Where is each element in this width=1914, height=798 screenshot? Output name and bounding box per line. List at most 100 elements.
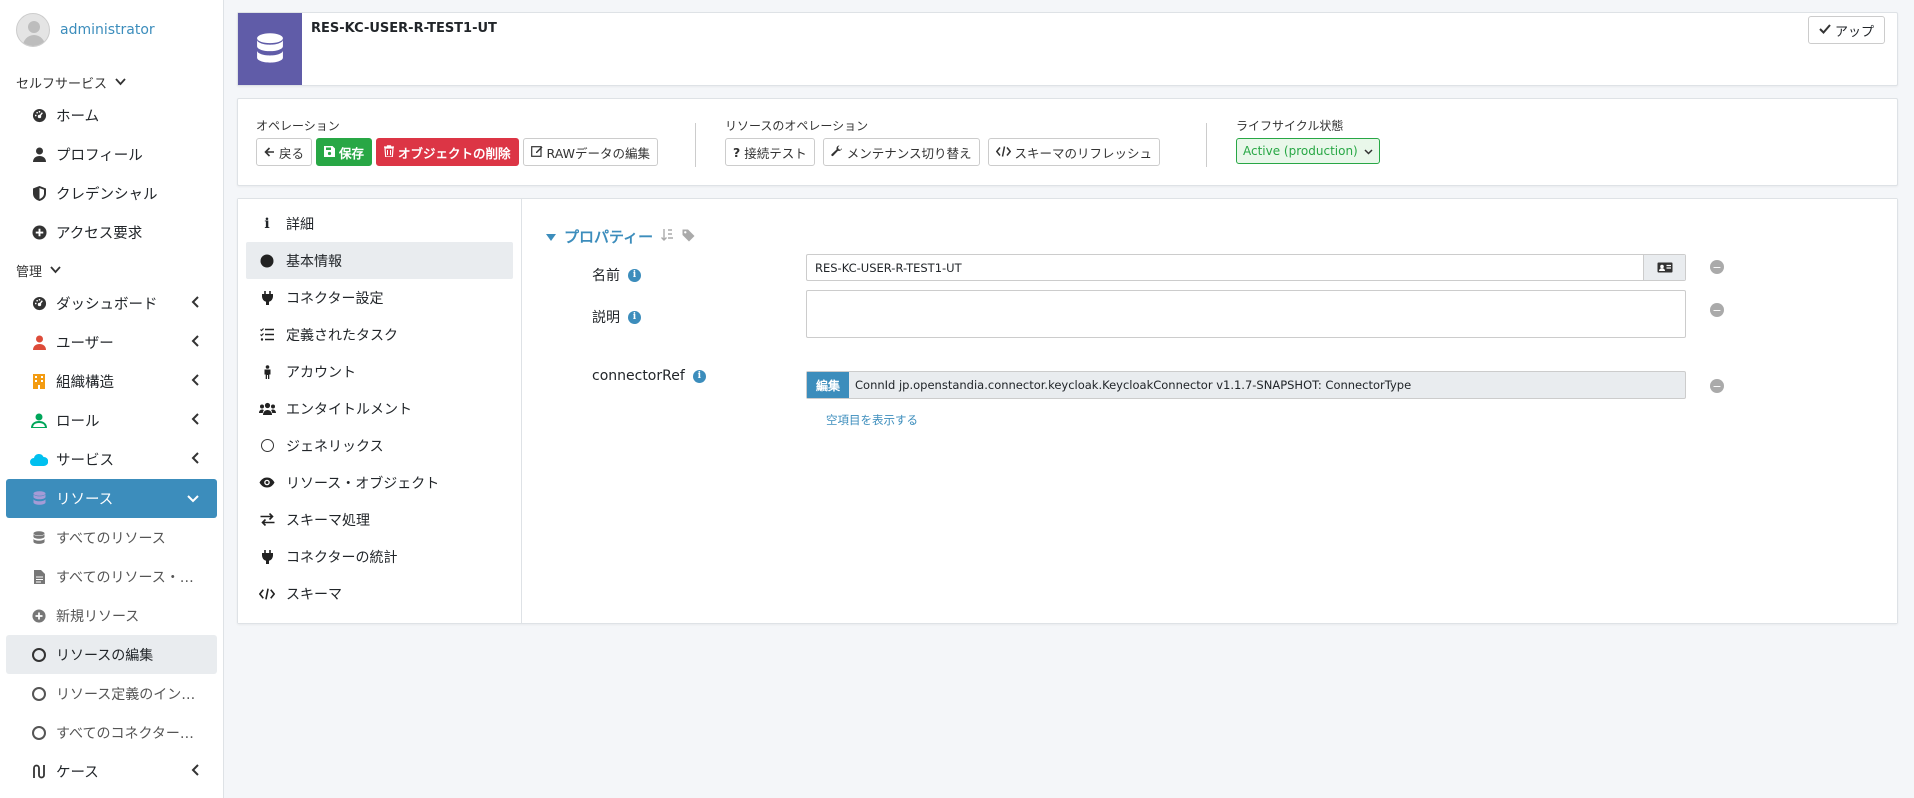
- nav-header-self-service[interactable]: セルフサービス: [0, 68, 223, 96]
- info-icon[interactable]: i: [692, 369, 706, 383]
- sidebar-sub-all-resource-objects[interactable]: すべてのリソース・…: [6, 557, 217, 596]
- tab-connector-stats[interactable]: コネクターの統計: [246, 538, 513, 575]
- id-card-icon[interactable]: [1643, 255, 1685, 280]
- remove-name-icon[interactable]: −: [1710, 260, 1724, 274]
- tab-schema-handling[interactable]: スキーマ処理: [246, 501, 513, 538]
- sidebar-item-profile[interactable]: プロフィール: [6, 135, 217, 174]
- user-name[interactable]: administrator: [60, 22, 155, 38]
- code-icon: [995, 145, 1011, 160]
- info-icon[interactable]: i: [628, 310, 641, 324]
- tab-entitlements[interactable]: エンタイトルメント: [246, 390, 513, 427]
- trash-icon: [384, 144, 395, 160]
- name-field[interactable]: RES-KC-USER-R-TEST1-UT: [806, 254, 1686, 281]
- edit-icon: [530, 145, 543, 160]
- database-icon: [238, 13, 302, 85]
- description-label: 説明 i: [592, 307, 641, 327]
- building-icon: [30, 373, 48, 391]
- resource-title: RES-KC-USER-R-TEST1-UT: [311, 21, 497, 36]
- file-icon: [30, 569, 48, 584]
- save-button[interactable]: 保存: [316, 138, 373, 166]
- resource-header-card: RES-KC-USER-R-TEST1-UT アップ: [237, 12, 1898, 86]
- sidebar-item-credentials[interactable]: クレデンシャル: [6, 174, 217, 213]
- nav-header-admin[interactable]: 管理: [0, 256, 223, 284]
- avatar: [16, 13, 50, 47]
- sidebar-sub-all-resources[interactable]: すべてのリソース: [6, 518, 217, 557]
- plug-icon: [258, 290, 276, 305]
- operations-label: オペレーション: [256, 119, 340, 133]
- check-icon: [1819, 23, 1831, 38]
- sidebar-item-org-structure[interactable]: 組織構造: [6, 362, 217, 401]
- user-icon: [30, 146, 48, 164]
- sidebar-sub-all-connectors[interactable]: すべてのコネクター…: [6, 713, 217, 752]
- sidebar-item-home[interactable]: ホーム: [6, 96, 217, 135]
- tab-accounts[interactable]: アカウント: [246, 353, 513, 390]
- tab-resource-objects[interactable]: リソース・オブジェクト: [246, 464, 513, 501]
- tab-schema[interactable]: スキーマ: [246, 575, 513, 612]
- chevron-left-icon: [191, 412, 199, 429]
- name-label: 名前 i: [592, 265, 641, 285]
- wrench-icon: [831, 144, 843, 160]
- chevron-down-icon: [115, 76, 126, 89]
- circle-icon: [30, 725, 48, 740]
- description-textarea[interactable]: [806, 290, 1686, 338]
- lifecycle-select[interactable]: Active (production): [1236, 138, 1380, 164]
- circle-icon: [30, 686, 48, 701]
- properties-header[interactable]: プロパティー: [546, 226, 695, 247]
- connector-ref-label: connectorRef i: [592, 368, 706, 384]
- tab-details[interactable]: i 詳細: [246, 205, 513, 242]
- caret-down-icon: [546, 228, 556, 246]
- edit-connector-ref-button[interactable]: 編集: [807, 372, 849, 398]
- sidebar-sub-new-resource[interactable]: 新規リソース: [6, 596, 217, 635]
- sort-icon[interactable]: [661, 229, 674, 244]
- sidebar-item-cases[interactable]: ケース: [6, 752, 217, 791]
- connector-ref-field: 編集 ConnId jp.openstandia.connector.keycl…: [806, 371, 1686, 399]
- info-icon: i: [264, 215, 270, 232]
- lifecycle-label: ライフサイクル状態: [1236, 119, 1344, 133]
- info-icon[interactable]: i: [628, 268, 641, 282]
- sidebar-item-access-request[interactable]: アクセス要求: [6, 213, 217, 252]
- sidebar-item-resources[interactable]: リソース: [6, 479, 217, 518]
- tag-icon[interactable]: [682, 229, 695, 245]
- show-empty-link[interactable]: 空項目を表示する: [826, 412, 918, 428]
- maintenance-toggle-button[interactable]: メンテナンス切り替え: [822, 138, 980, 166]
- tab-connector-config[interactable]: コネクター設定: [246, 279, 513, 316]
- sidebar-item-services[interactable]: サービス: [6, 440, 217, 479]
- sidebar-item-users[interactable]: ユーザー: [6, 323, 217, 362]
- chevron-left-icon: [191, 334, 199, 351]
- sidebar-sub-resource-definition-import[interactable]: リソース定義のイン…: [6, 674, 217, 713]
- database-icon: [30, 490, 48, 508]
- test-connection-button[interactable]: ? 接続テスト: [725, 138, 815, 166]
- refresh-schema-button[interactable]: スキーマのリフレッシュ: [987, 138, 1161, 166]
- tab-basic-info[interactable]: 基本情報: [246, 242, 513, 279]
- save-icon: [324, 145, 336, 160]
- shield-icon: [30, 185, 48, 203]
- user-tag-icon: [30, 412, 48, 430]
- arrow-left-icon: [264, 145, 275, 160]
- person-icon: [258, 364, 276, 379]
- divider: [1206, 123, 1207, 167]
- lifecycle-group: ライフサイクル状態 Active (production): [1236, 117, 1380, 164]
- properties-panel: プロパティー 名前 i RES-KC-USER-R-TEST1-UT − 説明 …: [521, 199, 1897, 623]
- exchange-icon: [258, 513, 276, 526]
- sidebar-item-roles[interactable]: ロール: [6, 401, 217, 440]
- dashboard-icon: [30, 107, 48, 125]
- chevron-down-icon: [187, 491, 199, 507]
- circle-filled-icon: [258, 254, 276, 268]
- route-icon: [30, 763, 48, 781]
- sidebar-item-dashboard[interactable]: ダッシュボード: [6, 284, 217, 323]
- back-button[interactable]: 戻る: [256, 138, 313, 166]
- sidebar-sub-edit-resource[interactable]: リソースの編集: [6, 635, 217, 674]
- remove-description-icon[interactable]: −: [1710, 303, 1724, 317]
- up-button[interactable]: アップ: [1807, 16, 1885, 44]
- delete-object-button[interactable]: オブジェクトの削除: [376, 138, 519, 166]
- edit-raw-button[interactable]: RAWデータの編集: [522, 138, 658, 166]
- user-panel[interactable]: administrator: [0, 0, 223, 60]
- chevron-down-icon: [50, 264, 61, 277]
- plus-circle-icon: [30, 608, 48, 623]
- operations-group: オペレーション 戻る 保存 オブジェクトの削除 RAWデータの編集: [256, 117, 658, 166]
- tab-generics[interactable]: ジェネリックス: [246, 427, 513, 464]
- tab-defined-tasks[interactable]: 定義されたタスク: [246, 316, 513, 353]
- chevron-left-icon: [191, 295, 199, 312]
- details-card: i 詳細 基本情報 コネクター設定 定義されたタスク アカウント エンタイトルメ…: [237, 198, 1898, 624]
- remove-connector-ref-icon[interactable]: −: [1710, 379, 1724, 393]
